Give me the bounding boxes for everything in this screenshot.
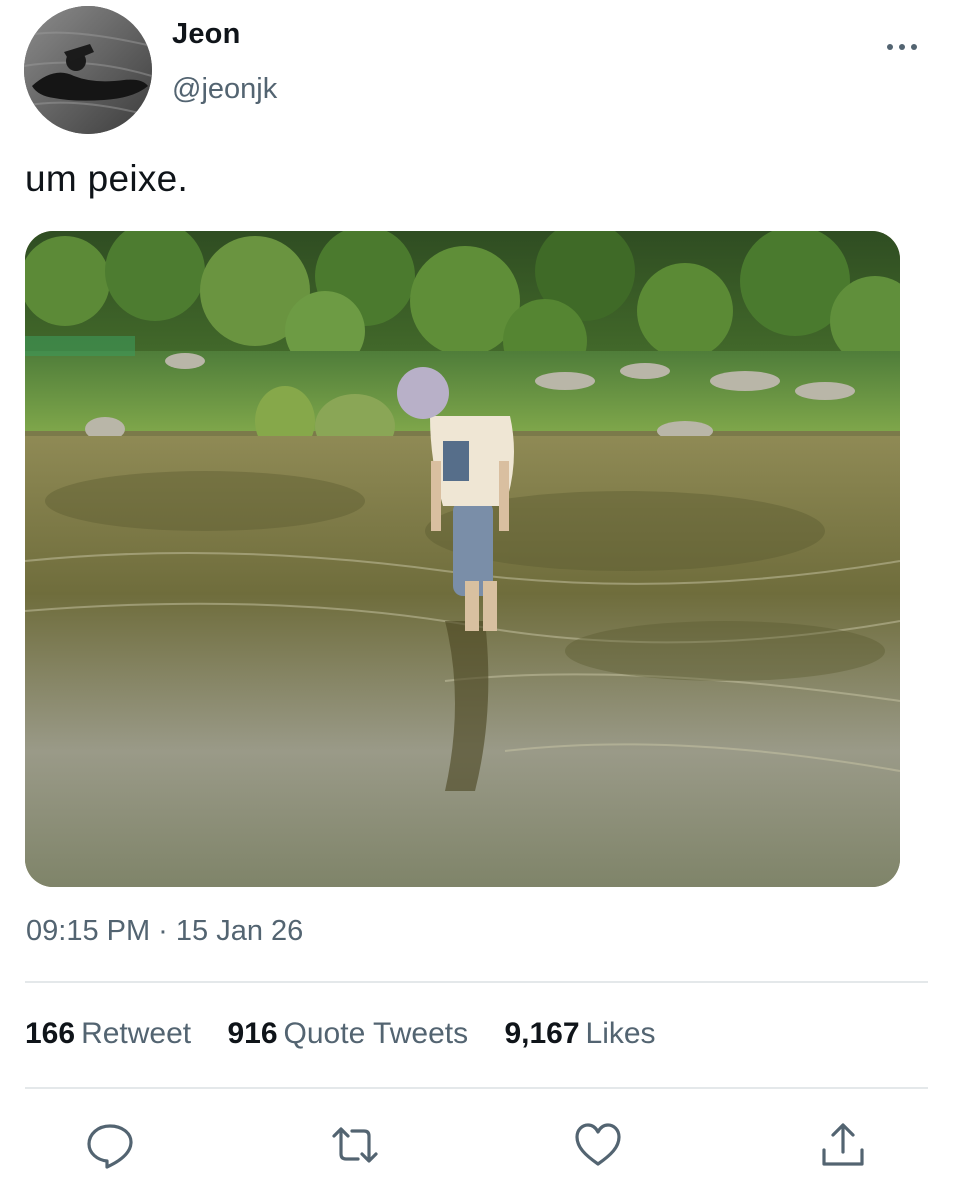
quote-tweets-count: 916: [227, 1017, 278, 1050]
tweet-text: um peixe.: [25, 158, 189, 199]
tweet-stats: 166 Retweet 916 Quote Tweets 9,167 Likes: [25, 1017, 684, 1051]
divider: [25, 981, 928, 983]
more-horizontal-icon[interactable]: [882, 36, 922, 60]
share-icon: [822, 1123, 864, 1166]
reply-button[interactable]: [85, 1120, 135, 1170]
quote-tweets-stat[interactable]: 916 Quote Tweets: [227, 1017, 468, 1051]
retweets-label: Retweet: [81, 1017, 192, 1050]
retweets-stat[interactable]: 166 Retweet: [25, 1017, 191, 1051]
user-handle[interactable]: @jeonjk: [172, 73, 277, 106]
like-icon: [575, 1123, 621, 1166]
display-name[interactable]: Jeon: [172, 18, 241, 51]
tweet-timestamp[interactable]: 09:15 PM · 15 Jan 26: [26, 915, 303, 948]
likes-stat[interactable]: 9,167 Likes: [504, 1017, 655, 1051]
river-photo: [25, 231, 900, 887]
retweet-button[interactable]: [330, 1120, 380, 1170]
divider: [25, 1087, 928, 1089]
likes-label: Likes: [585, 1017, 656, 1050]
retweet-icon: [332, 1127, 378, 1163]
quote-tweets-label: Quote Tweets: [283, 1017, 469, 1050]
share-button[interactable]: [818, 1120, 868, 1170]
avatar[interactable]: [24, 6, 152, 134]
avatar-photo: [24, 6, 152, 134]
likes-count: 9,167: [504, 1017, 580, 1050]
like-button[interactable]: [573, 1120, 623, 1170]
tweet-photo[interactable]: [25, 231, 900, 887]
reply-icon: [87, 1124, 133, 1169]
retweets-count: 166: [25, 1017, 76, 1050]
tweet-detail: Jeon @jeonjk um peixe. 09:15 PM · 15 Jan…: [0, 0, 953, 1200]
